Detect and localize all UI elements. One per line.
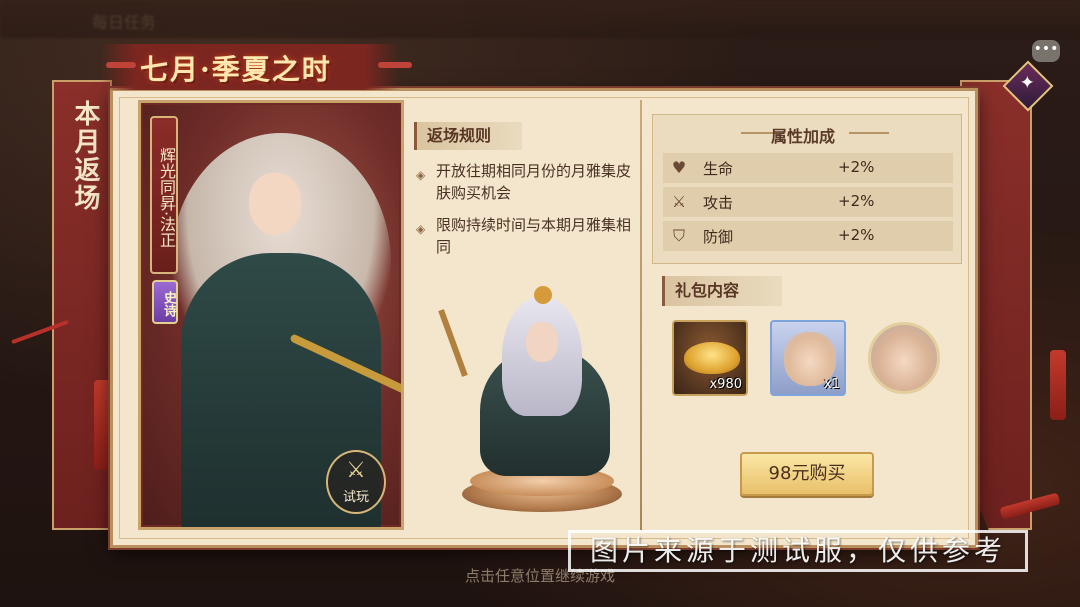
title-swirl-right [378, 62, 412, 68]
gift-item-avatar-frame[interactable] [868, 322, 940, 394]
diamond-bullet-icon: ◈ [416, 222, 426, 236]
attribute-row: ⛉ 防御 +2% [663, 221, 953, 251]
rule-item: ◈ 限购持续时间与本期月雅集相同 [416, 214, 638, 258]
item-count: x1 [824, 377, 840, 392]
chat-icon[interactable]: ••• [1032, 40, 1060, 62]
right-tassel [1050, 350, 1066, 420]
buy-button[interactable]: 98元购买 [740, 452, 874, 496]
trial-button[interactable]: ⚔ 试玩 [326, 450, 386, 514]
event-title: 七月·季夏之时 [140, 53, 332, 86]
character-face [249, 173, 301, 235]
attribute-value: +2% [838, 192, 875, 210]
rarity-badge: 史诗 [152, 280, 178, 324]
attribute-name: 攻击 [703, 194, 734, 212]
attribute-value: +2% [838, 226, 875, 244]
skin-name-tag: 辉光同昇·法正 [150, 116, 178, 274]
rule-item: ◈ 开放往期相同月份的月雅集皮肤购买机会 [416, 160, 638, 204]
shield-icon: ⛉ [672, 226, 685, 245]
column-divider [640, 100, 642, 530]
rules-header: 返场规则 [414, 122, 522, 150]
attribute-name: 防御 [703, 228, 734, 246]
attribute-panel: 属性加成 ♥ 生命 +2% ⚔ 攻击 +2% ⛉ 防御 +2% [652, 114, 962, 264]
gift-item-skin[interactable]: x1 [770, 320, 846, 396]
title-deco-right [849, 132, 889, 134]
figurine-spear [438, 309, 468, 377]
sword-icon: ⚔ [671, 192, 687, 211]
gift-item-gold[interactable]: x980 [672, 320, 748, 396]
figurine-face [526, 322, 558, 362]
attribute-name: 生命 [703, 160, 734, 178]
side-label: 本月返场 [70, 100, 100, 212]
title-swirl-left [106, 62, 136, 68]
attribute-row: ♥ 生命 +2% [663, 153, 953, 183]
trial-label: 试玩 [342, 489, 369, 505]
attribute-title: 属性加成 [770, 127, 835, 146]
crossed-swords-icon: ⚔ [346, 457, 366, 483]
left-tassel [94, 380, 110, 470]
watermark: 图片来源于测试服，仅供参考 [568, 530, 1028, 572]
heart-icon: ♥ [671, 158, 687, 177]
character-figurine [438, 286, 640, 526]
item-count: x980 [709, 377, 742, 392]
rule-text: 限购持续时间与本期月雅集相同 [436, 216, 632, 256]
attribute-row: ⚔ 攻击 +2% [663, 187, 953, 217]
diamond-bullet-icon: ◈ [416, 168, 426, 182]
figurine-crown [534, 286, 552, 304]
gold-ingot-icon [684, 342, 740, 374]
rule-text: 开放往期相同月份的月雅集皮肤购买机会 [436, 162, 632, 202]
gift-header: 礼包内容 [662, 276, 782, 306]
attribute-value: +2% [838, 158, 875, 176]
